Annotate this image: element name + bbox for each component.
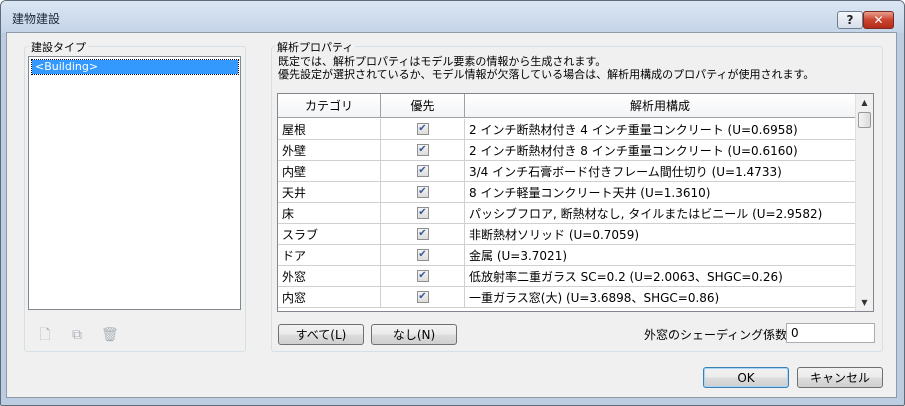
row-category: 床 bbox=[278, 203, 381, 223]
row-construction[interactable]: 8 インチ軽量コンクリート天井 (U=1.3610) bbox=[465, 182, 856, 202]
shading-coefficient-input[interactable] bbox=[786, 323, 875, 343]
type-toolbar: 🗋 ⧉ 🗑 bbox=[37, 326, 119, 344]
table-row[interactable]: 外窓 ✔ 低放射率二重ガラス SC=0.2 (U=2.0063、SHGC=0.2… bbox=[278, 266, 856, 287]
row-category: 外窓 bbox=[278, 266, 381, 286]
table-row[interactable]: 天井 ✔ 8 インチ軽量コンクリート天井 (U=1.3610) bbox=[278, 182, 856, 203]
row-category: 天井 bbox=[278, 182, 381, 202]
ok-button[interactable]: OK bbox=[703, 367, 789, 388]
scroll-up-icon[interactable]: ▲ bbox=[856, 94, 873, 111]
column-header-construction[interactable]: 解析用構成 bbox=[465, 94, 856, 117]
table-row[interactable]: 内窓 ✔ 一重ガラス窓(大) (U=3.6898、SHGC=0.86) bbox=[278, 287, 856, 308]
override-checkbox[interactable]: ✔ bbox=[416, 228, 429, 240]
row-category: 内壁 bbox=[278, 161, 381, 181]
row-construction[interactable]: 3/4 インチ石膏ボード付きフレーム間仕切り (U=1.4733) bbox=[465, 161, 856, 181]
table-header: カテゴリ 優先 解析用構成 bbox=[278, 94, 856, 118]
row-construction[interactable]: 金属 (U=3.7021) bbox=[465, 245, 856, 265]
table-row[interactable]: ドア ✔ 金属 (U=3.7021) bbox=[278, 245, 856, 266]
column-header-category[interactable]: カテゴリ bbox=[278, 94, 381, 117]
scroll-down-icon[interactable]: ▼ bbox=[856, 294, 873, 311]
override-checkbox[interactable]: ✔ bbox=[416, 291, 429, 303]
title-bar[interactable]: 建物建設 ? ✕ bbox=[1, 1, 904, 33]
override-checkbox[interactable]: ✔ bbox=[416, 186, 429, 198]
description-line-1: 既定では、解析プロパティはモデル要素の情報から生成されます。 bbox=[278, 55, 607, 68]
construction-type-item[interactable]: <Building> bbox=[31, 59, 239, 75]
row-construction[interactable]: 非断熱材ソリッド (U=0.7059) bbox=[465, 224, 856, 244]
column-header-override[interactable]: 優先 bbox=[381, 94, 465, 117]
table-row[interactable]: 床 ✔ パッシブフロア, 断熱材なし, タイルまたはビニール (U=2.9582… bbox=[278, 203, 856, 224]
construction-types-label: 建設タイプ bbox=[29, 39, 88, 55]
construction-type-list[interactable]: <Building> bbox=[28, 56, 241, 310]
row-construction[interactable]: 2 インチ断熱材付き 4 インチ重量コンクリート (U=0.6958) bbox=[465, 119, 856, 139]
scroll-thumb[interactable] bbox=[858, 112, 871, 128]
row-category: ドア bbox=[278, 245, 381, 265]
override-checkbox[interactable]: ✔ bbox=[416, 123, 429, 135]
new-type-icon[interactable]: 🗋 bbox=[37, 326, 53, 344]
table-row[interactable]: 内壁 ✔ 3/4 インチ石膏ボード付きフレーム間仕切り (U=1.4733) bbox=[278, 161, 856, 182]
delete-type-icon[interactable]: 🗑 bbox=[101, 326, 119, 344]
override-checkbox[interactable]: ✔ bbox=[416, 249, 429, 261]
dialog-title: 建物建設 bbox=[12, 12, 61, 26]
row-category: スラブ bbox=[278, 224, 381, 244]
shading-coefficient-label: 外窓のシェーディング係数(S): bbox=[644, 328, 809, 342]
row-construction[interactable]: 2 インチ断熱材付き 8 インチ重量コンクリート (U=0.6160) bbox=[465, 140, 856, 160]
row-category: 内窓 bbox=[278, 287, 381, 307]
select-all-button[interactable]: すべて(L) bbox=[278, 324, 364, 345]
override-checkbox[interactable]: ✔ bbox=[416, 144, 429, 156]
select-none-button[interactable]: なし(N) bbox=[371, 324, 457, 345]
override-checkbox[interactable]: ✔ bbox=[416, 165, 429, 177]
row-construction[interactable]: パッシブフロア, 断熱材なし, タイルまたはビニール (U=2.9582) bbox=[465, 203, 856, 223]
override-checkbox[interactable]: ✔ bbox=[416, 270, 429, 282]
row-category: 屋根 bbox=[278, 119, 381, 139]
description-line-2: 優先設定が選択されているか、モデル情報が欠落している場合は、解析用構成のプロパテ… bbox=[278, 68, 815, 81]
vertical-scrollbar[interactable]: ▲ ▼ bbox=[855, 94, 873, 311]
row-category: 外壁 bbox=[278, 140, 381, 160]
table-row[interactable]: スラブ ✔ 非断熱材ソリッド (U=0.7059) bbox=[278, 224, 856, 245]
row-construction[interactable]: 一重ガラス窓(大) (U=3.6898、SHGC=0.86) bbox=[465, 287, 856, 307]
help-button[interactable]: ? bbox=[837, 11, 863, 29]
analysis-properties-label: 解析プロパティ bbox=[275, 39, 356, 55]
row-construction[interactable]: 低放射率二重ガラス SC=0.2 (U=2.0063、SHGC=0.26) bbox=[465, 266, 856, 286]
override-checkbox[interactable]: ✔ bbox=[416, 207, 429, 219]
table-row[interactable]: 外壁 ✔ 2 インチ断熱材付き 8 インチ重量コンクリート (U=0.6160) bbox=[278, 140, 856, 161]
analysis-properties-table: カテゴリ 優先 解析用構成 屋根 ✔ 2 インチ断熱材付き 4 インチ重量コンク… bbox=[277, 93, 874, 312]
cancel-button[interactable]: キャンセル bbox=[797, 367, 883, 388]
close-button[interactable]: ✕ bbox=[863, 11, 894, 29]
table-body: 屋根 ✔ 2 インチ断熱材付き 4 インチ重量コンクリート (U=0.6958)… bbox=[278, 119, 856, 308]
duplicate-type-icon[interactable]: ⧉ bbox=[69, 326, 85, 344]
table-row[interactable]: 屋根 ✔ 2 インチ断熱材付き 4 インチ重量コンクリート (U=0.6958) bbox=[278, 119, 856, 140]
